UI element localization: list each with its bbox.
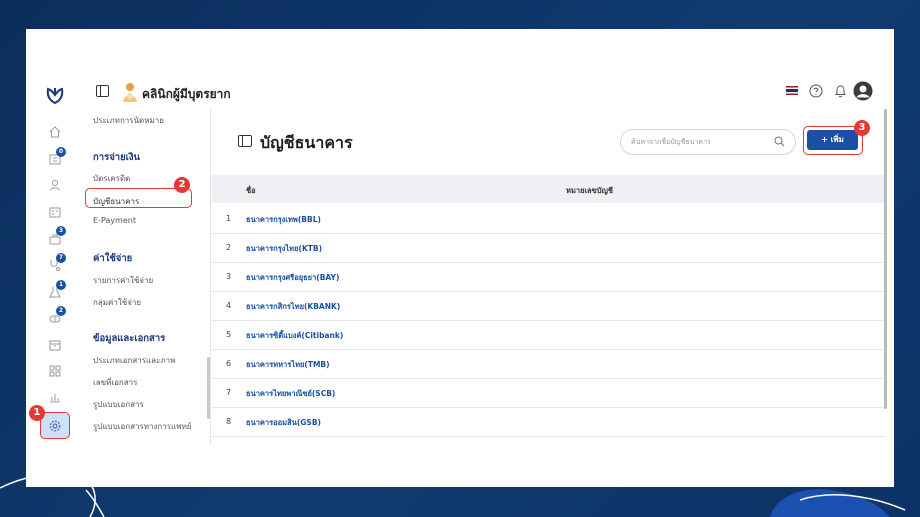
search-placeholder: ค้นหาจากชื่อบัญชีธนาคาร [631,138,711,146]
column-header-account-number: หมายเลขบัญชี [566,186,614,195]
table-row[interactable]: 3 ธนาคารกรุงศรีอยุธยา(BAY) [212,262,884,292]
column-header-name: ชื่อ [246,186,256,195]
menu-item-expense-list[interactable]: รายการค่าใช้จ่าย [93,274,153,287]
menu-scrollbar[interactable] [207,357,210,419]
menu-item-e-payment[interactable]: E-Payment [93,216,136,225]
row-number: 1 [226,214,232,223]
sidebar-toggle-icon[interactable] [96,85,109,97]
clinic-name: คลินิกผู้มีบุตรยาก [142,87,231,101]
row-number: 4 [226,301,232,310]
table-row[interactable]: 6 ธนาคารทหารไทย(TMB) [212,349,884,379]
table-header: ชื่อ หมายเลขบัญชี [212,175,884,203]
lab-badge: 1 [56,280,66,290]
menu-item-appointment-type[interactable]: ประเภทการนัดหมาย [93,114,164,127]
menu-divider [210,109,211,445]
patient-icon[interactable] [48,178,62,192]
treatment-badge: 3 [56,226,66,236]
calendar-icon[interactable] [48,205,62,219]
menu-item-bank-account[interactable]: บัญชีธนาคาร [93,195,139,208]
add-bank-account-button[interactable]: + เพิ่ม [807,130,858,150]
table-row[interactable]: 7 ธนาคารไทยพาณิชย์(SCB) [212,378,884,408]
bank-name-link[interactable]: ธนาคารไทยพาณิชย์(SCB) [246,388,335,400]
app-window: 0 3 7 1 2 1 คลินิกผู้มีบุตรยาก ประเภทการ… [26,29,894,487]
help-icon[interactable] [809,84,823,98]
bank-name-link[interactable]: ธนาคารออมสิน(GSB) [246,417,321,429]
row-number: 6 [226,359,232,368]
settings-button[interactable] [40,412,70,439]
table-row[interactable]: 1 ธนาคารกรุงเทพ(BBL) [212,204,884,234]
pharmacy-badge: 2 [56,306,66,316]
row-number: 3 [226,272,232,281]
menu-item-document-image-type[interactable]: ประเภทเอกสารและภาพ [93,354,175,367]
bank-name-link[interactable]: ธนาคารกรุงเทพ(BBL) [246,214,321,226]
menu-item-medical-document-template[interactable]: รูปแบบเอกสารทางการแพทย์ [93,420,191,433]
search-icon [774,136,785,147]
stethoscope-badge: 7 [56,253,66,263]
bank-name-link[interactable]: ธนาคารกรุงไทย(KTB) [246,243,322,255]
queue-badge: 0 [56,147,66,157]
row-number: 7 [226,388,232,397]
user-avatar[interactable] [853,81,873,101]
table-row[interactable]: 8 ธนาคารออมสิน(GSB) [212,407,884,437]
table-row[interactable]: 2 ธนาคารกรุงไทย(KTB) [212,233,884,263]
bank-name-link[interactable]: ธนาคารซิตี้แบงค์(Citibank) [246,330,343,342]
menu-heading-documents: ข้อมูลและเอกสาร [93,333,166,344]
row-number: 8 [226,417,232,426]
gear-icon [49,420,61,431]
menu-item-document-number[interactable]: เลขที่เอกสาร [93,376,137,389]
page-layout-icon [238,135,252,147]
step-marker-3: 3 [854,120,870,136]
bank-name-link[interactable]: ธนาคารกรุงศรีอยุธยา(BAY) [246,272,339,284]
step-marker-1: 1 [29,405,45,421]
row-number: 5 [226,330,232,339]
inventory-icon[interactable] [48,338,62,352]
menu-item-credit-card[interactable]: บัตรเครดิต [93,172,130,185]
bank-name-link[interactable]: ธนาคารทหารไทย(TMB) [246,359,330,371]
home-icon[interactable] [48,125,62,139]
menu-item-expense-group[interactable]: กลุ่มค่าใช้จ่าย [93,296,141,309]
page-title: บัญชีธนาคาร [260,133,353,152]
apps-icon[interactable] [48,364,62,378]
clinic-logo-icon [123,83,137,102]
bell-icon[interactable] [834,84,847,98]
table-row[interactable]: 4 ธนาคารกสิกรไทย(KBANK) [212,291,884,321]
app-logo-icon [46,87,64,105]
table-row[interactable]: 5 ธนาคารซิตี้แบงค์(Citibank) [212,320,884,350]
main-scrollbar[interactable] [884,109,887,409]
row-number: 2 [226,243,232,252]
report-icon[interactable] [48,390,62,404]
menu-item-document-template[interactable]: รูปแบบเอกสาร [93,398,144,411]
thai-flag-icon[interactable] [786,86,798,95]
step-marker-2: 2 [174,177,190,193]
bank-name-link[interactable]: ธนาคารกสิกรไทย(KBANK) [246,301,340,313]
search-input[interactable]: ค้นหาจากชื่อบัญชีธนาคาร [620,129,796,155]
menu-heading-expense: ค่าใช้จ่าย [93,253,133,264]
menu-heading-payment: การจ่ายเงิน [93,152,141,163]
